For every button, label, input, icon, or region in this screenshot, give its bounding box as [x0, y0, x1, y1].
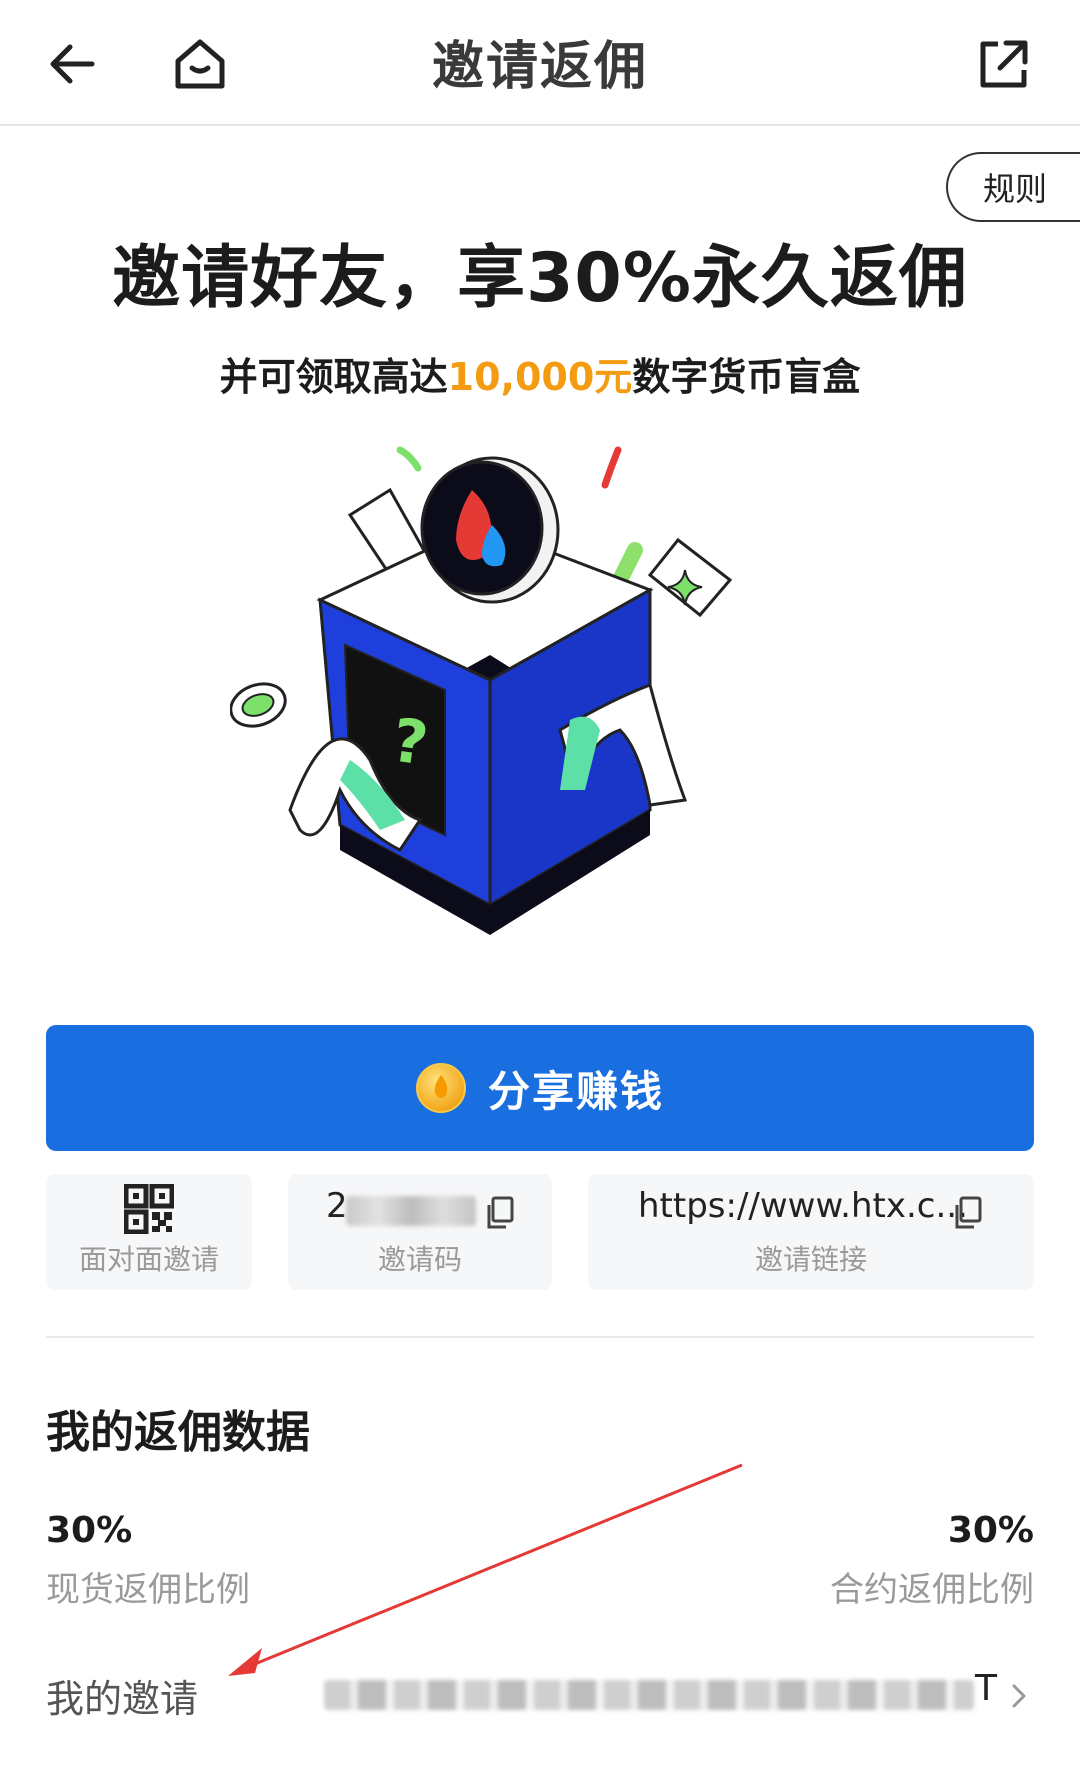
share-earn-label: 分享赚钱	[487, 1066, 664, 1116]
futures-rebate-label: 合约返佣比例	[830, 1570, 1034, 1610]
face-to-face-invite-tile[interactable]: 面对面邀请	[46, 1174, 252, 1290]
page-title: 邀请返佣	[431, 37, 648, 97]
promo-headline: 邀请好友，享30%永久返佣	[112, 239, 968, 318]
my-invites-label[interactable]: 我的邀请	[46, 1668, 198, 1723]
divider	[46, 1336, 1034, 1338]
my-invites-redacted-value	[324, 1680, 974, 1710]
invite-code-redacted	[346, 1196, 476, 1226]
invite-code-label: 邀请码	[377, 1243, 462, 1276]
chevron-right-icon[interactable]	[1004, 1676, 1034, 1716]
qr-code-icon	[124, 1184, 174, 1234]
invite-link-value: https://www.htx.c...	[638, 1186, 968, 1226]
subline-suffix: 数字货币盲盒	[632, 355, 861, 399]
subline-highlight: 10,000元	[447, 355, 633, 399]
top-bar: 邀请返佣	[0, 0, 1080, 126]
invite-link-label: 邀请链接	[754, 1243, 867, 1276]
invite-code-tile[interactable]: 2 邀请码	[288, 1174, 552, 1290]
rules-button[interactable]: 规则	[946, 152, 1080, 222]
copy-icon[interactable]	[952, 1196, 982, 1230]
subline-prefix: 并可领取高达	[219, 355, 448, 399]
spot-rebate-value: 30%	[46, 1510, 133, 1551]
invite-link-tile[interactable]: https://www.htx.c... 邀请链接	[588, 1174, 1034, 1290]
external-share-icon	[980, 40, 1028, 88]
section-title: 我的返佣数据	[46, 1407, 310, 1458]
coin-icon	[415, 1063, 466, 1113]
invite-code-value: 2	[326, 1186, 348, 1226]
promo-subline: 并可领取高达10,000元数字货币盲盒	[0, 346, 1080, 401]
share-earn-button[interactable]: 分享赚钱	[46, 1025, 1034, 1151]
copy-icon[interactable]	[484, 1196, 514, 1230]
my-invites-value-suffix: T	[975, 1668, 997, 1709]
futures-rebate-value: 30%	[947, 1510, 1034, 1551]
mystery-box-illustration: ?	[230, 446, 733, 935]
face-to-face-invite-label: 面对面邀请	[78, 1243, 219, 1276]
external-share-button[interactable]	[962, 22, 1046, 106]
spot-rebate-label: 现货返佣比例	[46, 1570, 250, 1610]
